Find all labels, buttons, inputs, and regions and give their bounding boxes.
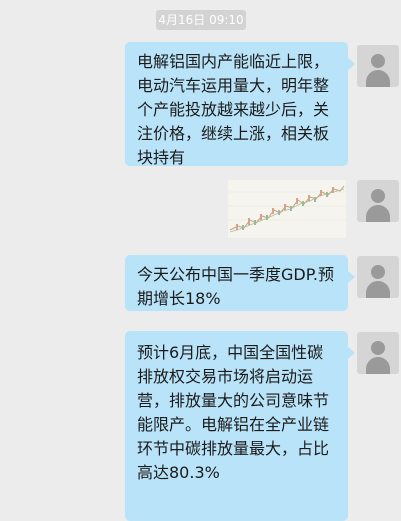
avatar-body xyxy=(366,70,390,87)
message-text-1: 电解铝国内产能临近上限，电动汽车运用量大，明年整个产能投放越来越少后，关注价格，… xyxy=(137,52,330,167)
sender-avatar[interactable] xyxy=(357,256,399,298)
message-text-3: 今天公布中国一季度GDP.预期增长18% xyxy=(137,265,334,308)
image-message[interactable] xyxy=(228,180,346,238)
avatar-head xyxy=(371,341,385,355)
avatar-body xyxy=(366,281,390,298)
avatar-head xyxy=(371,189,385,203)
chart-thumbnail-image xyxy=(228,180,346,238)
message-timestamp: 4月16日 09:10 xyxy=(156,10,246,30)
avatar-head xyxy=(371,54,385,68)
sender-avatar[interactable] xyxy=(357,45,399,87)
sender-avatar[interactable] xyxy=(357,180,399,222)
message-bubble-3[interactable]: 今天公布中国一季度GDP.预期增长18% xyxy=(125,255,355,311)
avatar-head xyxy=(371,265,385,279)
avatar-body xyxy=(366,205,390,222)
message-text-4: 预计6月底，中国全国性碳排放权交易市场将启动运营，排放量大的公司意味节能限产。电… xyxy=(137,343,330,482)
message-bubble-4[interactable]: 预计6月底，中国全国性碳排放权交易市场将启动运营，排放量大的公司意味节能限产。电… xyxy=(125,331,355,521)
message-bubble-1[interactable]: 电解铝国内产能临近上限，电动汽车运用量大，明年整个产能投放越来越少后，关注价格，… xyxy=(125,42,355,167)
sender-avatar[interactable] xyxy=(357,332,399,374)
avatar-body xyxy=(366,357,390,374)
